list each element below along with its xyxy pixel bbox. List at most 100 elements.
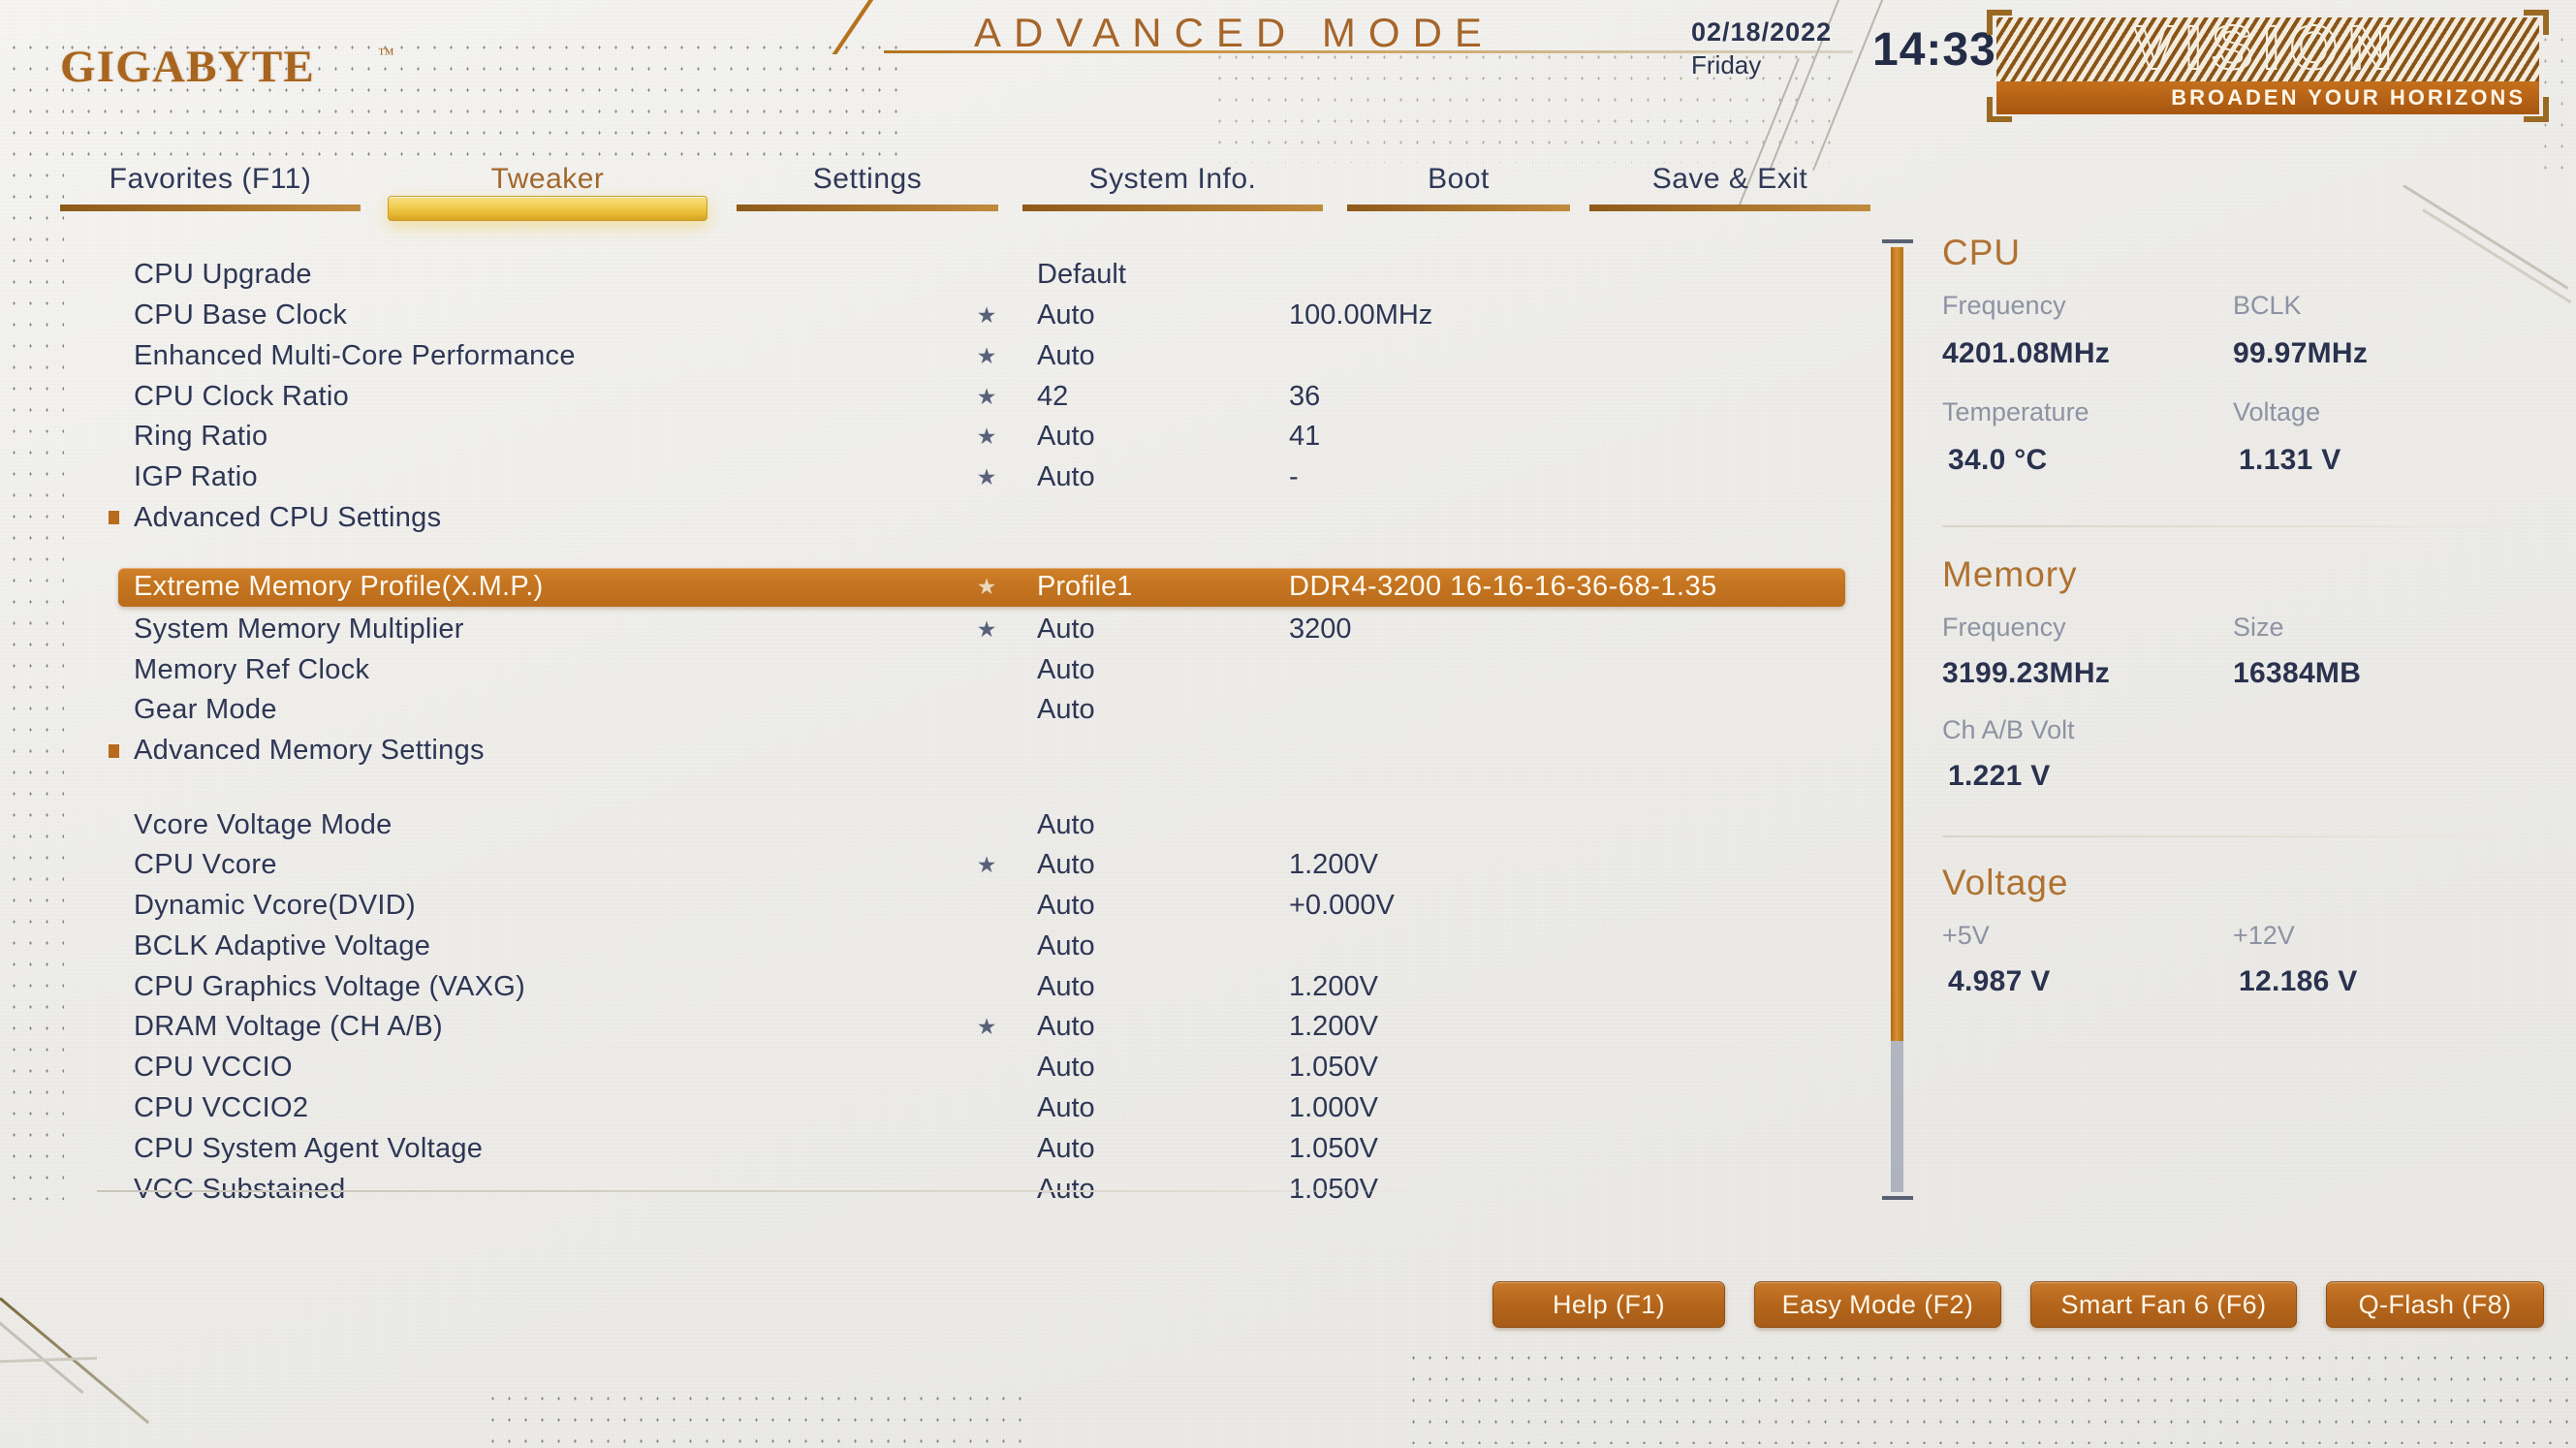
setting-row-vcore-voltage-mode[interactable]: Vcore Voltage Mode Auto xyxy=(0,805,1812,844)
setting-row-cpu-base-clock[interactable]: ★ CPU Base Clock Auto 100.00MHz xyxy=(0,297,1812,335)
setting-value[interactable]: Auto xyxy=(1037,421,1095,453)
setting-row-dynamic-vcore-dvid[interactable]: Dynamic Vcore(DVID) Auto +0.000V xyxy=(0,887,1812,926)
setting-row-advanced-memory-settings[interactable]: Advanced Memory Settings xyxy=(0,732,1812,771)
favorite-star-icon[interactable]: ★ xyxy=(974,617,999,641)
function-key-bar: Help (F1) Easy Mode (F2) Smart Fan 6 (F6) Q… xyxy=(0,1281,2576,1339)
setting-row-cpu-vcore[interactable]: ★ CPU Vcore Auto 1.200V xyxy=(0,846,1812,885)
setting-value[interactable]: Auto xyxy=(1037,340,1095,372)
favorite-star-icon[interactable]: ★ xyxy=(974,466,999,488)
setting-row-vcc-substained[interactable]: VCC Substained Auto 1.050V xyxy=(0,1170,1812,1209)
cpu-frequency-label: Frequency xyxy=(1942,291,2066,320)
tab-boot[interactable]: Boot xyxy=(1347,163,1570,217)
system-weekday: Friday xyxy=(1691,50,1762,79)
setting-row-cpu-clock-ratio[interactable]: ★ CPU Clock Ratio 42 36 xyxy=(0,377,1812,416)
setting-label: CPU Base Clock xyxy=(134,299,348,331)
memory-section-title: Memory xyxy=(1942,554,2078,594)
voltage-12v-value: 12.186 V xyxy=(2239,965,2358,997)
setting-label: Memory Ref Clock xyxy=(134,653,370,685)
system-clock: 02/18/2022 Friday 14:33 xyxy=(1691,16,1995,93)
setting-detail-value: 100.00MHz xyxy=(1289,299,1433,331)
favorite-star-icon[interactable]: ★ xyxy=(974,576,999,598)
memory-size-value: 16384MB xyxy=(2233,657,2362,689)
setting-label: Vcore Voltage Mode xyxy=(134,808,393,840)
setting-value[interactable]: Auto xyxy=(1037,694,1095,726)
setting-value[interactable]: Auto xyxy=(1037,1133,1095,1165)
setting-value[interactable]: Auto xyxy=(1037,809,1095,841)
setting-detail-value: DDR4-3200 16-16-16-36-68-1.35 xyxy=(1289,571,1717,603)
setting-row-cpu-upgrade[interactable]: CPU Upgrade Default xyxy=(0,256,1812,295)
cpu-temperature-value: 34.0 °C xyxy=(1948,444,2048,476)
setting-row-bclk-adaptive-voltage[interactable]: BCLK Adaptive Voltage Auto xyxy=(0,927,1812,965)
tab-tweaker[interactable]: Tweaker xyxy=(388,163,707,221)
setting-row-cpu-vccio[interactable]: CPU VCCIO Auto 1.050V xyxy=(0,1049,1812,1087)
setting-row-cpu-system-agent-voltage[interactable]: CPU System Agent Voltage Auto 1.050V xyxy=(0,1129,1812,1168)
setting-value[interactable]: Auto xyxy=(1037,1174,1095,1206)
favorite-star-icon[interactable]: ★ xyxy=(974,304,999,327)
setting-row-igp-ratio[interactable]: ★ IGP Ratio Auto - xyxy=(0,458,1812,497)
setting-value[interactable]: Auto xyxy=(1037,1092,1095,1124)
setting-detail-value: 3200 xyxy=(1289,613,1352,645)
setting-detail-value: 1.050V xyxy=(1289,1132,1378,1164)
favorite-star-icon[interactable]: ★ xyxy=(974,1016,999,1038)
setting-row-gear-mode[interactable]: Gear Mode Auto xyxy=(0,691,1812,730)
setting-row-cpu-vccio2[interactable]: CPU VCCIO2 Auto 1.000V xyxy=(0,1088,1812,1127)
setting-value[interactable]: Auto xyxy=(1037,461,1095,493)
voltage-5v-value: 4.987 V xyxy=(1948,965,2051,997)
setting-value[interactable]: Auto xyxy=(1037,614,1095,645)
setting-value[interactable]: Auto xyxy=(1037,890,1095,922)
cpu-frequency-value: 4201.08MHz xyxy=(1942,337,2111,369)
favorite-star-icon[interactable]: ★ xyxy=(974,385,999,408)
setting-row-advanced-cpu-settings[interactable]: Advanced CPU Settings xyxy=(0,498,1812,537)
vertical-scrollbar[interactable] xyxy=(1882,239,1913,1200)
setting-value[interactable]: Auto xyxy=(1037,930,1095,962)
memory-frequency-label: Frequency xyxy=(1942,613,2066,642)
tab-settings[interactable]: Settings xyxy=(737,163,998,217)
setting-row-enhanced-multi-core-performance[interactable]: ★ Enhanced Multi-Core Performance Auto xyxy=(0,336,1812,375)
setting-label: Ring Ratio xyxy=(134,421,268,453)
setting-value[interactable]: Auto xyxy=(1037,971,1095,1003)
setting-value[interactable]: Auto xyxy=(1037,1052,1095,1084)
setting-value[interactable]: Auto xyxy=(1037,654,1095,686)
favorite-star-icon[interactable]: ★ xyxy=(974,344,999,367)
function-button-easy-mode-f2[interactable]: Easy Mode (F2) xyxy=(1754,1281,2001,1328)
vision-wordmark: VISION xyxy=(2133,12,2403,83)
tab-favorites-f11[interactable]: Favorites (F11) xyxy=(60,163,361,217)
setting-detail-value: 41 xyxy=(1289,421,1321,453)
setting-value[interactable]: Auto xyxy=(1037,1011,1095,1043)
favorite-star-icon[interactable]: ★ xyxy=(974,425,999,448)
setting-value[interactable]: Default xyxy=(1037,259,1126,291)
background-dot-pattern-bottom-left xyxy=(485,1388,1027,1448)
cpu-voltage-value: 1.131 V xyxy=(2239,444,2341,476)
submenu-bullet-icon xyxy=(109,511,119,525)
function-button-help-f1[interactable]: Help (F1) xyxy=(1492,1281,1725,1328)
scrollbar-cap-bottom xyxy=(1882,1196,1913,1200)
scrollbar-thumb[interactable] xyxy=(1891,247,1903,1041)
memory-frequency-value: 3199.23MHz xyxy=(1942,657,2111,689)
setting-value[interactable]: Auto xyxy=(1037,299,1095,331)
vision-corner-top-right xyxy=(2524,10,2549,35)
setting-row-dram-voltage-ch-a-b[interactable]: ★ DRAM Voltage (CH A/B) Auto 1.200V xyxy=(0,1008,1812,1047)
setting-row-memory-ref-clock[interactable]: Memory Ref Clock Auto xyxy=(0,650,1812,689)
favorite-star-icon[interactable]: ★ xyxy=(974,854,999,876)
header-slash-decoration xyxy=(832,0,981,54)
tab-label: Tweaker xyxy=(490,163,605,195)
setting-value[interactable]: Auto xyxy=(1037,849,1095,881)
function-button-smart-fan-6-f6[interactable]: Smart Fan 6 (F6) xyxy=(2030,1281,2297,1328)
tab-underline xyxy=(1347,205,1570,211)
tab-save-exit[interactable]: Save & Exit xyxy=(1589,163,1870,217)
setting-row-cpu-graphics-voltage-vaxg[interactable]: CPU Graphics Voltage (VAXG) Auto 1.200V xyxy=(0,967,1812,1006)
cpu-voltage-label: Voltage xyxy=(2233,397,2321,426)
function-button-q-flash-f8[interactable]: Q-Flash (F8) xyxy=(2326,1281,2544,1328)
setting-value[interactable]: Profile1 xyxy=(1037,571,1132,603)
setting-row-extreme-memory-profile-x-m-p[interactable]: ★ Extreme Memory Profile(X.M.P.) Profile1 D… xyxy=(118,567,1845,607)
trademark-symbol: ™ xyxy=(378,45,394,63)
setting-row-ring-ratio[interactable]: ★ Ring Ratio Auto 41 xyxy=(0,418,1812,456)
setting-row-system-memory-multiplier[interactable]: ★ System Memory Multiplier Auto 3200 xyxy=(0,610,1812,648)
cpu-temperature-label: Temperature xyxy=(1942,397,2089,426)
tab-underline xyxy=(737,205,998,211)
tab-underline xyxy=(1589,205,1870,211)
memory-section-divider xyxy=(1942,835,2524,837)
setting-value[interactable]: 42 xyxy=(1037,381,1068,413)
tab-system-info[interactable]: System Info. xyxy=(1022,163,1323,217)
cpu-section-divider xyxy=(1942,525,2524,527)
